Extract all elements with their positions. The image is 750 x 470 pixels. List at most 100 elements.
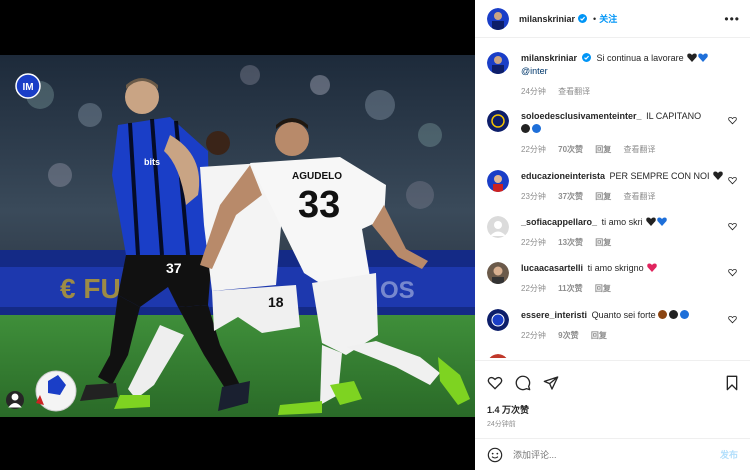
blue-heart-emoji-icon	[698, 53, 708, 62]
black-heart-emoji-icon	[687, 53, 697, 62]
black-circle-emoji-icon	[521, 124, 530, 133]
post-actions: 1.4 万次赞 24分钟前	[475, 360, 750, 440]
comment-text: PER SEMPRE CON NOI	[609, 171, 710, 181]
black-heart-emoji-icon	[646, 217, 656, 226]
comment: lucaacasartelli ti amo skrigno 22分钟 11次赞…	[487, 262, 740, 295]
red-heart-emoji-icon	[647, 263, 657, 272]
comment: _sofiacappellaro_ ti amo skri 22分钟 13次赞 …	[487, 216, 740, 249]
post-panel: milanskriniar • 关注 ••• milanskriniar Si …	[475, 0, 750, 470]
mention-link[interactable]: @inter	[521, 66, 548, 76]
svg-text:bits: bits	[144, 157, 160, 167]
comment-username[interactable]: soloedesclusivamenteinter_	[521, 111, 642, 121]
verified-icon	[582, 53, 592, 62]
comment-username[interactable]: lucaacasartelli	[521, 263, 583, 273]
avatar[interactable]	[487, 7, 509, 30]
comment-partial	[487, 354, 740, 358]
caption-text: Si continua a lavorare	[596, 53, 684, 63]
blue-heart-emoji-icon	[657, 217, 667, 226]
comment-username[interactable]: essere_interisti	[521, 310, 587, 320]
reply-button[interactable]: 回复	[595, 192, 611, 201]
more-horizontal-icon[interactable]: •••	[724, 12, 740, 26]
comment-bubble-icon[interactable]	[515, 375, 531, 391]
verified-icon	[578, 14, 588, 23]
tagged-user-button[interactable]	[6, 391, 24, 409]
comment-meta: 22分钟 13次赞 回复	[521, 236, 667, 249]
like-comment-heart-icon[interactable]	[728, 222, 737, 231]
comment-time: 23分钟	[521, 192, 546, 201]
comments-list: milanskriniar Si continua a lavorare @in…	[475, 38, 750, 358]
caption-username[interactable]: milanskriniar	[521, 53, 577, 63]
caption-meta: 24分钟 查看翻译	[521, 85, 708, 98]
comment: educazioneinterista PER SEMPRE CON NOI 2…	[487, 170, 740, 203]
translate-link[interactable]: 查看翻译	[624, 192, 656, 201]
avatar[interactable]	[487, 309, 509, 331]
comment-text: IL CAPITANO	[646, 111, 702, 121]
comment-text: ti amo skrigno	[587, 263, 644, 273]
football	[35, 370, 77, 412]
flexed-biceps-emoji-icon	[658, 310, 668, 319]
translate-link[interactable]: 查看翻译	[558, 87, 590, 96]
reply-button[interactable]: 回复	[595, 284, 611, 293]
avatar[interactable]	[487, 354, 509, 358]
comment: soloedesclusivamenteinter_ IL CAPITANO 2…	[487, 110, 740, 156]
bookmark-icon[interactable]	[724, 375, 740, 391]
svg-text:37: 37	[166, 260, 182, 276]
svg-text:OS: OS	[380, 277, 415, 304]
like-heart-icon[interactable]	[487, 375, 503, 391]
caption: milanskriniar Si continua a lavorare @in…	[487, 52, 740, 98]
comment-time: 22分钟	[521, 238, 546, 247]
post-comment-button[interactable]: 发布	[720, 448, 738, 461]
like-comment-heart-icon[interactable]	[728, 116, 737, 125]
user-icon	[8, 393, 22, 408]
avatar[interactable]	[487, 52, 509, 74]
like-comment-heart-icon[interactable]	[728, 268, 737, 277]
comment: essere_interisti Quanto sei forte 22分钟 9…	[487, 309, 740, 342]
svg-text:IM: IM	[22, 82, 33, 93]
comment-text: ti amo skri	[601, 217, 643, 227]
comment-username[interactable]: educazioneinterista	[521, 171, 605, 181]
comment-text: Quanto sei forte	[591, 310, 656, 320]
comment-likes[interactable]: 37次赞	[558, 192, 583, 201]
reply-button[interactable]: 回复	[595, 145, 611, 154]
comment-meta: 22分钟 70次赞 回复 查看翻译	[521, 143, 701, 156]
like-comment-heart-icon[interactable]	[728, 176, 737, 185]
comment-composer: 发布	[475, 438, 750, 470]
avatar[interactable]	[487, 170, 509, 192]
comment-likes[interactable]: 13次赞	[558, 238, 583, 247]
avatar[interactable]	[487, 110, 509, 132]
reply-button[interactable]: 回复	[595, 238, 611, 247]
football-photo: € FU OS IM bits 37 18 AGUDELO 33	[0, 55, 475, 417]
blue-circle-emoji-icon	[680, 310, 690, 319]
comment-input[interactable]	[513, 449, 720, 460]
avatar[interactable]	[487, 262, 509, 284]
comment-meta: 22分钟 9次赞 回复	[521, 329, 691, 342]
header-username[interactable]: milanskriniar	[519, 14, 575, 24]
comment-time: 22分钟	[521, 145, 546, 154]
comment-likes[interactable]: 11次赞	[558, 284, 582, 293]
inter-logo: IM	[15, 73, 41, 99]
comment-meta: 22分钟 11次赞 回复	[521, 282, 657, 295]
comment-likes[interactable]: 70次赞	[558, 145, 583, 154]
emoji-icon[interactable]	[487, 447, 503, 463]
svg-text:18: 18	[268, 294, 284, 310]
like-count[interactable]: 1.4 万次赞	[487, 403, 529, 416]
comment-username[interactable]: _sofiacappellaro_	[521, 217, 597, 227]
share-paper-plane-icon[interactable]	[543, 375, 559, 391]
post-header: milanskriniar • 关注 •••	[475, 0, 750, 38]
separator-dot: •	[593, 13, 597, 24]
post-photo[interactable]: € FU OS IM bits 37 18 AGUDELO 33	[0, 55, 475, 417]
follow-button[interactable]: 关注	[599, 12, 617, 25]
reply-button[interactable]: 回复	[591, 331, 607, 340]
svg-text:€ FU: € FU	[60, 273, 121, 304]
comment-time: 22分钟	[521, 331, 546, 340]
svg-text:AGUDELO: AGUDELO	[292, 171, 342, 182]
black-heart-emoji-icon	[713, 171, 723, 180]
like-comment-heart-icon[interactable]	[728, 315, 737, 324]
black-circle-emoji-icon	[669, 310, 679, 319]
avatar[interactable]	[487, 216, 509, 238]
comment-meta: 23分钟 37次赞 回复 查看翻译	[521, 190, 723, 203]
post-time: 24分钟前	[487, 421, 516, 428]
post-media: € FU OS IM bits 37 18 AGUDELO 33	[0, 0, 475, 470]
translate-link[interactable]: 查看翻译	[624, 145, 656, 154]
comment-likes[interactable]: 9次赞	[558, 331, 578, 340]
